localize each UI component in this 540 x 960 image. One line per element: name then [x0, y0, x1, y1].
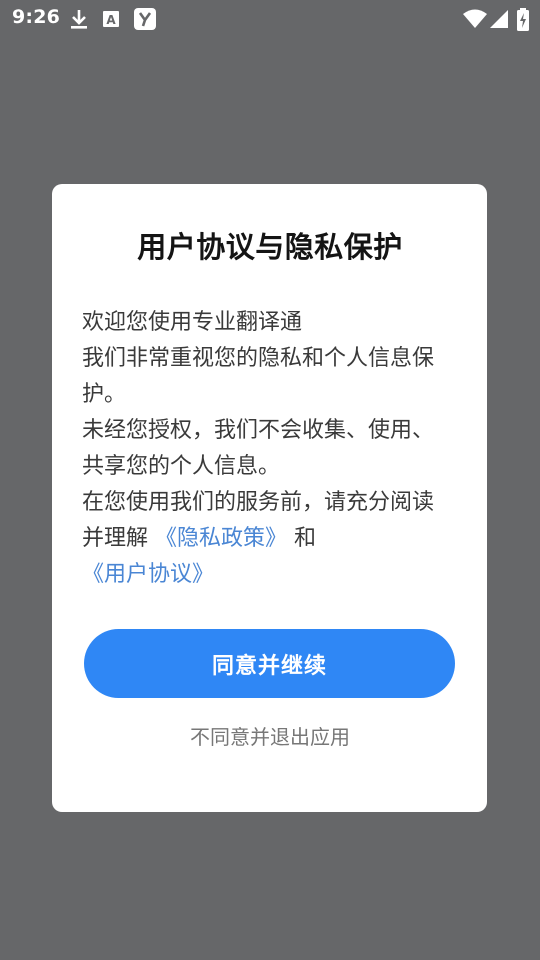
dialog-content: 欢迎您使用专业翻译通 我们非常重视您的隐私和个人信息保护。 未经您授权，我们不会… — [82, 305, 454, 593]
status-bar: 9:26 A — [0, 0, 540, 38]
status-time: 9:26 — [12, 6, 61, 28]
authorization-text: 未经您授权，我们不会收集、使用、共享您的个人信息。 — [82, 418, 435, 479]
download-icon — [68, 8, 90, 30]
agree-continue-button[interactable]: 同意并继续 — [84, 629, 455, 698]
privacy-policy-link[interactable]: 《隐私政策》 — [155, 526, 287, 551]
disagree-exit-button[interactable]: 不同意并退出应用 — [0, 721, 540, 750]
svg-text:A: A — [106, 13, 116, 27]
wifi-icon — [462, 8, 488, 30]
user-agreement-link[interactable]: 《用户协议》 — [82, 562, 214, 587]
app-y-icon — [133, 7, 157, 31]
keyboard-a-icon: A — [101, 8, 123, 30]
battery-charging-icon — [516, 8, 530, 31]
and-text: 和 — [294, 526, 317, 551]
privacy-statement-text: 我们非常重视您的隐私和个人信息保护。 — [82, 346, 435, 407]
dialog-title: 用户协议与隐私保护 — [137, 230, 403, 264]
signal-icon — [489, 8, 511, 30]
welcome-text: 欢迎您使用专业翻译通 — [82, 310, 303, 335]
read-policy-paragraph: 在您使用我们的服务前，请充分阅读并理解 《隐私政策》 和 《用户协议》 — [82, 485, 454, 593]
